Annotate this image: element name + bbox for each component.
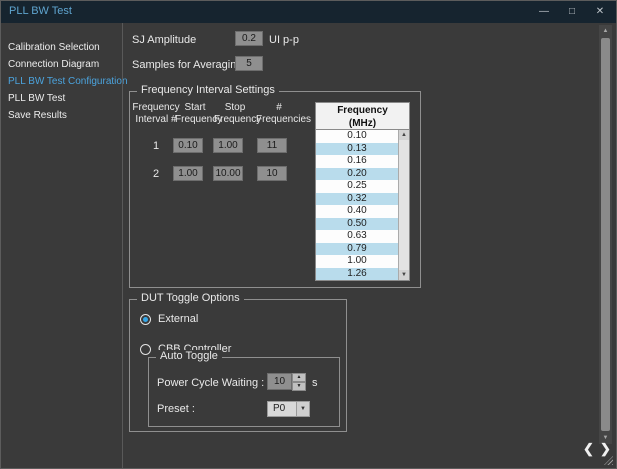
app-window: PLL BW Test — □ ✕ Calibration Selection … bbox=[0, 0, 617, 469]
frequency-interval-settings-title: Frequency Interval Settings bbox=[137, 84, 279, 96]
frequency-table-header: Frequency (MHz) bbox=[315, 102, 410, 130]
stepper-down-icon[interactable]: ▼ bbox=[292, 382, 306, 391]
scrollbar-up-icon[interactable]: ▲ bbox=[599, 25, 612, 37]
sidebar-item-connection-diagram[interactable]: Connection Diagram bbox=[1, 56, 122, 73]
table-row[interactable]: 0.50 bbox=[316, 218, 398, 231]
dut-toggle-options-group: DUT Toggle Options External CBB Controll… bbox=[129, 299, 347, 432]
frequency-table: Frequency (MHz) 0.10 0.13 0.16 0.20 0.25… bbox=[315, 102, 410, 281]
scroll-up-icon[interactable]: ▲ bbox=[399, 130, 409, 140]
auto-toggle-title: Auto Toggle bbox=[156, 350, 222, 362]
frequency-table-body: 0.10 0.13 0.16 0.20 0.25 0.32 0.40 0.50 … bbox=[315, 130, 410, 281]
frequency-table-scrollbar[interactable]: ▲ ▼ bbox=[398, 130, 409, 280]
sj-amplitude-input[interactable] bbox=[235, 31, 263, 46]
power-cycle-waiting-stepper[interactable]: ▲ ▼ bbox=[267, 373, 306, 390]
vertical-scrollbar[interactable]: ▲ ▼ bbox=[599, 25, 612, 444]
window-title: PLL BW Test bbox=[9, 5, 72, 17]
prev-page-button[interactable]: ❮ bbox=[583, 441, 594, 457]
table-row[interactable]: 0.32 bbox=[316, 193, 398, 206]
table-row[interactable]: 0.10 bbox=[316, 130, 398, 143]
table-row[interactable]: 0.13 bbox=[316, 143, 398, 156]
preset-dropdown[interactable]: P0 ▼ bbox=[267, 401, 310, 417]
table-row[interactable]: 0.16 bbox=[316, 155, 398, 168]
minimize-icon[interactable]: — bbox=[538, 1, 550, 23]
scroll-down-icon[interactable]: ▼ bbox=[399, 270, 409, 280]
power-cycle-waiting-unit: s bbox=[312, 377, 318, 389]
interval-1-count-input[interactable] bbox=[257, 138, 287, 153]
chevron-down-icon: ▼ bbox=[296, 401, 310, 417]
interval-2-stop-input[interactable] bbox=[213, 166, 243, 181]
sidebar-item-pll-bw-test-configuration[interactable]: PLL BW Test Configuration bbox=[1, 73, 122, 90]
radio-unselected-icon[interactable] bbox=[140, 344, 151, 355]
table-row[interactable]: 0.40 bbox=[316, 205, 398, 218]
main-panel: SJ Amplitude UI p-p Samples for Averagin… bbox=[122, 23, 599, 468]
power-cycle-waiting-label: Power Cycle Waiting : bbox=[157, 377, 264, 389]
sidebar-item-calibration-selection[interactable]: Calibration Selection bbox=[1, 39, 122, 56]
sj-amplitude-label: SJ Amplitude bbox=[132, 34, 196, 46]
samples-for-averaging-input[interactable] bbox=[235, 56, 263, 71]
table-row[interactable]: 1.26 bbox=[316, 268, 398, 281]
sidebar-item-pll-bw-test[interactable]: PLL BW Test bbox=[1, 90, 122, 107]
maximize-icon[interactable]: □ bbox=[566, 1, 578, 23]
table-row[interactable]: 0.25 bbox=[316, 180, 398, 193]
preset-dropdown-value: P0 bbox=[267, 401, 296, 417]
interval-1-start-input[interactable] bbox=[173, 138, 203, 153]
resize-grip[interactable] bbox=[604, 456, 613, 465]
table-row[interactable]: 0.20 bbox=[316, 168, 398, 181]
samples-for-averaging-label: Samples for Averaging bbox=[132, 59, 242, 71]
table-row[interactable]: 0.79 bbox=[316, 243, 398, 256]
sidebar-item-save-results[interactable]: Save Results bbox=[1, 107, 122, 124]
interval-2-start-input[interactable] bbox=[173, 166, 203, 181]
auto-toggle-group: Auto Toggle Power Cycle Waiting : ▲ ▼ s … bbox=[148, 357, 340, 427]
sj-amplitude-unit: UI p-p bbox=[269, 34, 299, 46]
interval-1-stop-input[interactable] bbox=[213, 138, 243, 153]
power-cycle-waiting-input[interactable] bbox=[267, 373, 292, 390]
column-header-start-frequency: Start Frequency bbox=[175, 102, 215, 126]
preset-label: Preset : bbox=[157, 403, 195, 415]
column-header-stop-frequency: Stop Frequency bbox=[214, 102, 256, 126]
radio-selected-icon[interactable] bbox=[140, 314, 151, 325]
stepper-up-icon[interactable]: ▲ bbox=[292, 373, 306, 382]
window-controls: — □ ✕ bbox=[538, 1, 606, 23]
dut-toggle-options-title: DUT Toggle Options bbox=[137, 292, 244, 304]
column-header-num-frequencies: # Frequencies bbox=[256, 102, 302, 126]
frequency-table-rows: 0.10 0.13 0.16 0.20 0.25 0.32 0.40 0.50 … bbox=[316, 130, 398, 280]
external-radio[interactable]: External bbox=[140, 313, 198, 325]
next-page-button[interactable]: ❯ bbox=[600, 441, 611, 457]
frequency-interval-settings-group: Frequency Interval Settings Frequency In… bbox=[129, 91, 421, 288]
external-radio-label: External bbox=[158, 313, 198, 325]
close-icon[interactable]: ✕ bbox=[594, 1, 606, 23]
table-row[interactable]: 0.63 bbox=[316, 230, 398, 243]
titlebar: PLL BW Test — □ ✕ bbox=[1, 1, 616, 23]
stepper-arrows: ▲ ▼ bbox=[292, 373, 306, 390]
table-row[interactable]: 1.00 bbox=[316, 255, 398, 268]
sidebar: Calibration Selection Connection Diagram… bbox=[1, 23, 122, 468]
interval-2-count-input[interactable] bbox=[257, 166, 287, 181]
scrollbar-thumb[interactable] bbox=[601, 38, 610, 431]
